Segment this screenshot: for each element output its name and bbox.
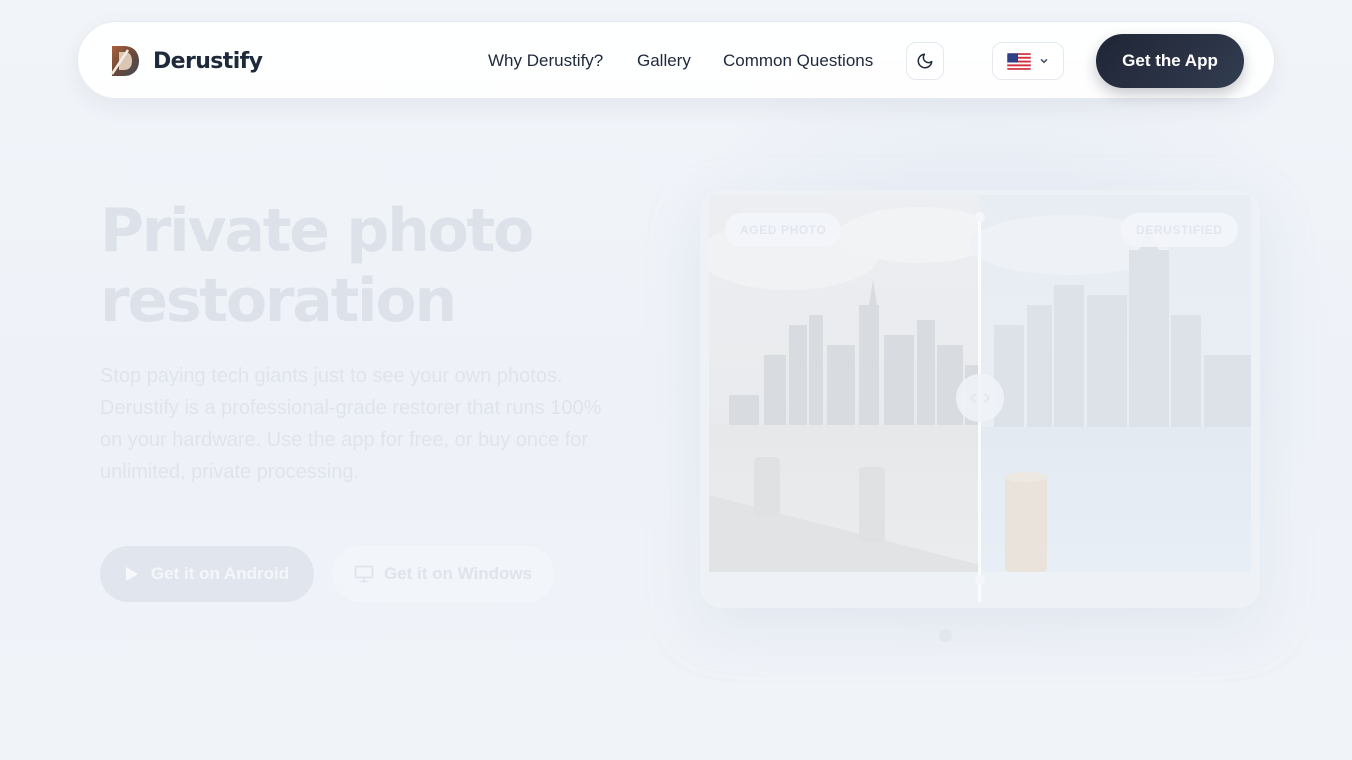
nav-link-gallery[interactable]: Gallery	[637, 50, 691, 72]
get-app-button[interactable]: Get the App	[1096, 34, 1244, 88]
nav-link-why[interactable]: Why Derustify?	[488, 50, 603, 72]
arrows-horizontal-icon	[970, 393, 990, 403]
compare-slider-handle[interactable]	[956, 374, 1004, 422]
theme-toggle-button[interactable]	[906, 42, 944, 80]
slide-dot-1[interactable]	[939, 629, 952, 642]
slide-dot-2[interactable]	[962, 629, 975, 642]
chevron-down-icon	[1040, 59, 1048, 64]
hero-title-line-2: restoration	[100, 266, 457, 336]
hero-title-line-1: Private photo	[100, 196, 534, 266]
nav-link-faq[interactable]: Common Questions	[723, 50, 873, 72]
divider-top-knob	[975, 212, 985, 222]
hero-title: Private photo restoration	[100, 196, 660, 336]
play-icon	[125, 567, 138, 581]
moon-icon	[917, 53, 933, 69]
after-label: DERUSTIFIED	[1121, 213, 1238, 247]
windows-button-label: Get it on Windows	[383, 564, 533, 583]
brand-name: Derustify	[153, 48, 263, 74]
monitor-icon	[354, 565, 374, 583]
before-label: AGED PHOTO	[725, 213, 842, 247]
hero-subtitle: Stop paying tech giants just to see your…	[100, 365, 602, 483]
divider-bottom-knob	[975, 575, 985, 585]
language-selector[interactable]	[992, 42, 1064, 80]
slide-dot-4[interactable]	[1008, 629, 1021, 642]
slide-indicators	[939, 629, 1021, 642]
top-navbar: Derustify Why Derustify? Gallery Common …	[77, 21, 1275, 99]
brand-link[interactable]: Derustify	[110, 44, 263, 78]
us-flag-icon	[1007, 52, 1031, 70]
derustify-logo-icon	[110, 46, 139, 76]
android-download-button[interactable]: Get it on Android	[100, 546, 314, 602]
android-button-label: Get it on Android	[150, 564, 290, 583]
slide-dot-3[interactable]	[985, 629, 998, 642]
windows-download-button[interactable]: Get it on Windows	[332, 546, 554, 602]
